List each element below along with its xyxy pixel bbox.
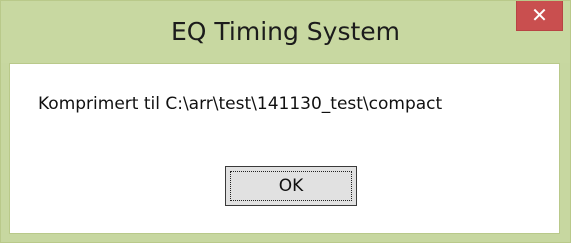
- dialog-content: Komprimert til C:\arr\test\141130_test\c…: [9, 63, 560, 234]
- ok-button-label: OK: [278, 176, 304, 196]
- ok-button[interactable]: OK: [225, 166, 357, 206]
- title-bar[interactable]: EQ Timing System ✕: [1, 1, 570, 63]
- dialog-window: EQ Timing System ✕ Komprimert til C:\arr…: [0, 0, 571, 243]
- close-button[interactable]: ✕: [516, 1, 563, 31]
- message-text: Komprimert til C:\arr\test\141130_test\c…: [38, 94, 443, 114]
- window-title: EQ Timing System: [170, 17, 401, 46]
- close-icon: ✕: [531, 3, 548, 27]
